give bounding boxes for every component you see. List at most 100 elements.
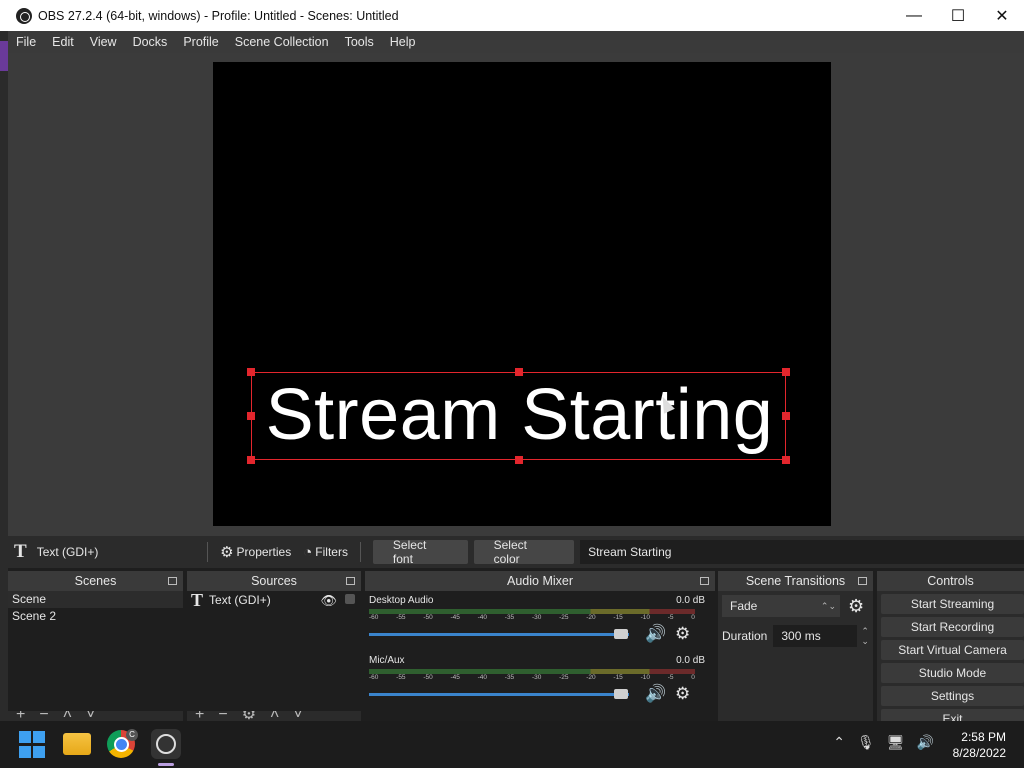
eye-icon[interactable]: 👁 (320, 593, 337, 609)
resize-handle-right[interactable] (782, 412, 790, 420)
clock-time: 2:58 PM (961, 730, 1006, 744)
audio-mixer-title: Audio Mixer (507, 574, 573, 588)
meter-tick-label: -30 (531, 614, 542, 621)
spin-arrows-icon: ⌃⌄ (820, 601, 836, 611)
resize-handle-top-left[interactable] (247, 368, 255, 376)
text-input[interactable]: Stream Starting (580, 540, 1024, 564)
properties-label: Properties (236, 545, 292, 559)
resize-handle-top[interactable] (515, 368, 523, 376)
sources-dock: Sources T Text (GDI+) 👁 +−⚙˄˅ (187, 571, 361, 721)
source-item[interactable]: T Text (GDI+) 👁 (187, 589, 361, 610)
meter-tick-label: -35 (504, 674, 515, 681)
settings-button[interactable]: Settings (881, 686, 1024, 706)
volume-slider-row: 🔊 ⚙ (369, 624, 709, 646)
transition-select[interactable]: Fade ⌃⌄ (722, 595, 840, 617)
menu-docks[interactable]: Docks (125, 31, 176, 53)
undock-icon[interactable] (346, 577, 355, 585)
lock-icon[interactable] (345, 594, 355, 604)
track-db: 0.0 dB (676, 595, 705, 606)
mixer-track-mic: Mic/Aux 0.0 dB -60 -55 -50 -45 -40 -35 -30 -25-… (365, 651, 715, 711)
scenes-dock: Scenes Scene Scene 2 +−˄˅ (8, 571, 183, 721)
scene-item[interactable]: Scene (8, 591, 183, 608)
scenes-list: Scene Scene 2 +−˄˅ (8, 591, 183, 721)
clock[interactable]: 2:58 PM 8/28/2022 (953, 729, 1006, 761)
text-source-icon: T (191, 589, 204, 610)
meter-tick-label: -25 (559, 674, 569, 681)
meter-tick-label: -40 (477, 674, 488, 681)
volume-slider-knob[interactable] (613, 689, 628, 699)
volume-slider[interactable] (369, 693, 629, 696)
menu-help[interactable]: Help (382, 31, 424, 53)
preview-text: Stream Starting (265, 375, 774, 455)
resize-handle-left[interactable] (247, 412, 255, 420)
meter-ticks: -60 -55 -50 -45 -40 -35 -30 -25 -20 -15 -10 -5 0 (369, 614, 695, 624)
active-app-indicator (158, 763, 174, 766)
meter-tick-label: -50 (423, 614, 433, 621)
close-button[interactable]: ✕ (980, 0, 1024, 31)
meter-tick-label: -25 (559, 614, 569, 621)
meter-tick-label: -30 (531, 674, 542, 681)
undock-icon[interactable] (168, 577, 177, 585)
menu-edit[interactable]: Edit (44, 31, 82, 53)
start-streaming-button[interactable]: Start Streaming (881, 594, 1024, 614)
microphone-icon[interactable]: 🎙 (857, 734, 875, 751)
menu-view[interactable]: View (82, 31, 125, 53)
network-icon[interactable]: 🖥 (887, 734, 905, 751)
scene-item[interactable]: Scene 2 (8, 608, 183, 625)
resize-handle-bottom-right[interactable] (782, 456, 790, 464)
mixer-body: Desktop Audio 0.0 dB -60 -55 -50 -45 -40 -35-… (365, 591, 715, 721)
resize-handle-bottom-left[interactable] (247, 456, 255, 464)
gear-icon[interactable]: ⚙ (675, 624, 690, 644)
undock-icon[interactable] (700, 577, 709, 585)
exit-button[interactable]: Exit (881, 709, 1024, 721)
select-color-button[interactable]: Select color (473, 538, 575, 566)
transitions-body: Fade ⌃⌄ ⚙ Duration 300 ms ⌃ ⌄ (718, 591, 873, 721)
volume-slider[interactable] (369, 633, 629, 636)
properties-button[interactable]: ⚙ Properties (214, 540, 297, 564)
controls-header: Controls (877, 571, 1024, 591)
meter-tick-label: -20 (586, 614, 596, 621)
volume-icon[interactable]: 🔊 (917, 734, 934, 751)
maximize-button[interactable]: ☐ (936, 0, 980, 31)
windows-start-icon[interactable] (18, 730, 46, 758)
gear-icon[interactable]: ⚙ (848, 596, 864, 617)
obs-logo-icon (16, 7, 32, 24)
sources-header: Sources (187, 571, 361, 591)
meter-tick-label: -55 (396, 674, 406, 681)
speaker-icon[interactable]: 🔊 (645, 624, 666, 644)
start-virtual-camera-button[interactable]: Start Virtual Camera (881, 640, 1024, 660)
obs-taskbar-icon[interactable] (151, 729, 181, 759)
start-recording-button[interactable]: Start Recording (881, 617, 1024, 637)
filters-button[interactable]: ◔ Filters (297, 540, 354, 564)
sources-title: Sources (251, 574, 297, 588)
select-font-button[interactable]: Select font (372, 538, 468, 566)
menu-tools[interactable]: Tools (337, 31, 382, 53)
window-title: OBS 27.2.4 (64-bit, windows) - Profile: … (38, 8, 399, 23)
chrome-profile-badge: C (126, 729, 138, 741)
chevron-up-icon[interactable]: ⌃ (833, 734, 845, 751)
volume-slider-knob[interactable] (613, 629, 628, 639)
scene-transitions-dock: Scene Transitions Fade ⌃⌄ ⚙ Duration 300… (718, 571, 873, 721)
text-source-bounding-box[interactable]: Stream Starting (247, 368, 790, 464)
meter-tick-label: -60 (369, 614, 379, 621)
gear-icon[interactable]: ⚙ (675, 684, 690, 704)
menu-profile[interactable]: Profile (175, 31, 226, 53)
duration-input[interactable]: 300 ms (773, 625, 858, 647)
mixer-track-desktop: Desktop Audio 0.0 dB -60 -55 -50 -45 -40 -35-… (365, 591, 715, 651)
scenes-toolbar: +−˄˅ (8, 711, 183, 721)
menu-scene-collection[interactable]: Scene Collection (227, 31, 337, 53)
speaker-icon[interactable]: 🔊 (645, 684, 666, 704)
resize-handle-bottom[interactable] (515, 456, 523, 464)
meter-tick-label: -15 (613, 674, 623, 681)
meter-tick-label: -60 (369, 674, 379, 681)
meter-tick-label: -35 (504, 614, 515, 621)
title-bar: OBS 27.2.4 (64-bit, windows) - Profile: … (0, 0, 1024, 31)
file-explorer-icon[interactable] (63, 733, 91, 755)
meter-tick-label: -20 (586, 674, 596, 681)
undock-icon[interactable] (858, 577, 867, 585)
studio-mode-button[interactable]: Studio Mode (881, 663, 1024, 683)
minimize-button[interactable]: — (892, 0, 936, 31)
resize-handle-top-right[interactable] (782, 368, 790, 376)
menu-file[interactable]: File (8, 31, 44, 53)
duration-spinner-icon[interactable]: ⌃ ⌄ (861, 626, 869, 646)
